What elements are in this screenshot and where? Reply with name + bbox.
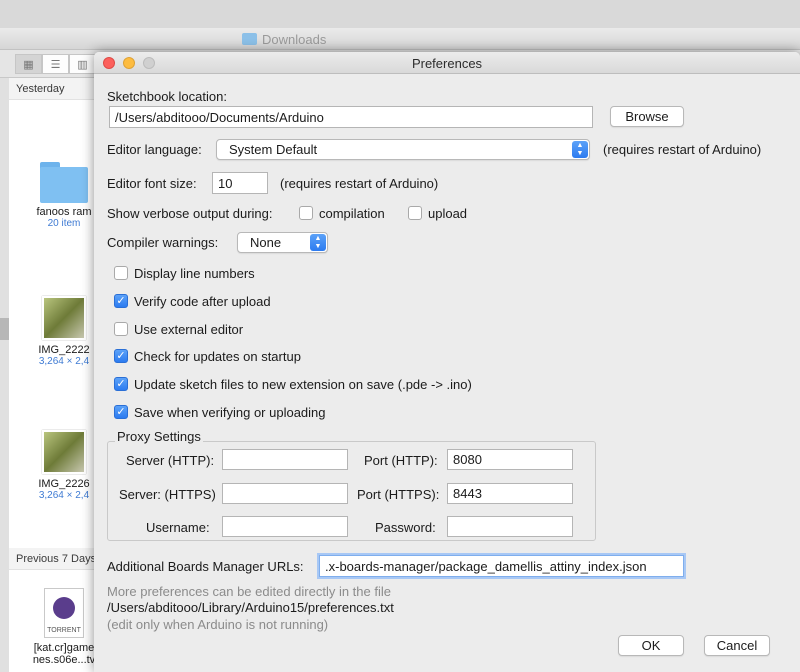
editor-language-note: (requires restart of Arduino) [603, 142, 762, 157]
use-external-editor-label: Use external editor [134, 322, 244, 337]
server-http-input[interactable] [222, 449, 348, 470]
verbose-output-label: Show verbose output during: [107, 206, 273, 221]
server-https-input[interactable] [222, 483, 348, 504]
update-sketch-extension-label: Update sketch files to new extension on … [134, 377, 472, 392]
display-line-numbers-label: Display line numbers [134, 266, 255, 281]
editor-font-size-label: Editor font size: [107, 176, 197, 191]
verify-after-upload-label: Verify code after upload [134, 294, 271, 309]
checkmark-icon: ✓ [116, 406, 126, 418]
compiler-warnings-select[interactable]: None ▲ ▼ [237, 232, 328, 253]
cancel-button[interactable]: Cancel [704, 635, 770, 656]
torrent-file-icon: TORRENT [44, 588, 84, 638]
finder-sidebar-edge [0, 78, 9, 672]
editor-language-value: System Default [229, 142, 318, 157]
preferences-titlebar: Preferences [94, 52, 800, 74]
verify-after-upload-checkbox[interactable]: ✓ [114, 294, 128, 308]
list-view-button[interactable]: ☰ [42, 54, 69, 74]
editor-font-size-note: (requires restart of Arduino) [280, 176, 439, 191]
select-chevron-icon: ▲ ▼ [310, 234, 326, 251]
check-updates-label: Check for updates on startup [134, 349, 301, 364]
torrent-icon-label: TORRENT [47, 627, 81, 634]
browse-button[interactable]: Browse [610, 106, 684, 127]
verbose-compilation-checkbox[interactable] [299, 206, 313, 220]
save-when-verifying-checkbox[interactable]: ✓ [114, 405, 128, 419]
compiler-warnings-label: Compiler warnings: [107, 235, 219, 250]
port-https-label: Port (HTTPS): [357, 487, 440, 502]
display-line-numbers-checkbox[interactable] [114, 266, 128, 280]
save-when-verifying-label: Save when verifying or uploading [134, 405, 326, 420]
port-https-input[interactable] [447, 483, 573, 504]
server-http-label: Server (HTTP): [126, 453, 215, 468]
list-icon: ☰ [50, 58, 61, 71]
verbose-upload-label: upload [428, 206, 468, 221]
icon-view-button[interactable]: ▦ [15, 54, 42, 74]
dialog-title: Preferences [411, 56, 483, 71]
editor-font-size-input[interactable] [212, 172, 268, 194]
folder-icon [242, 33, 257, 45]
server-https-label: Server: (HTTPS) [119, 487, 216, 502]
verbose-compilation-label: compilation [319, 206, 385, 221]
preferences-dialog: Preferences Sketchbook location: Browse … [94, 52, 800, 672]
preferences-file-path: /Users/abditooo/Library/Arduino15/prefer… [107, 600, 394, 615]
columns-icon: ▥ [77, 58, 88, 71]
port-http-input[interactable] [447, 449, 573, 470]
boards-manager-urls-label: Additional Boards Manager URLs: [107, 559, 304, 574]
port-http-label: Port (HTTP): [364, 453, 438, 468]
sketchbook-location-input[interactable] [109, 106, 593, 128]
ok-button[interactable]: OK [618, 635, 684, 656]
checkmark-icon: ✓ [116, 350, 126, 362]
more-preferences-note: More preferences can be edited directly … [107, 584, 391, 599]
use-external-editor-checkbox[interactable] [114, 322, 128, 336]
image-thumbnail [42, 430, 86, 474]
sketchbook-location-label: Sketchbook location: [107, 89, 227, 104]
username-label: Username: [146, 520, 210, 535]
edit-only-note: (edit only when Arduino is not running) [107, 617, 329, 632]
verbose-upload-checkbox[interactable] [408, 206, 422, 220]
checkmark-icon: ✓ [116, 295, 126, 307]
sidebar-handle[interactable] [0, 318, 9, 340]
update-sketch-extension-checkbox[interactable]: ✓ [114, 377, 128, 391]
check-updates-checkbox[interactable]: ✓ [114, 349, 128, 363]
boards-manager-urls-input[interactable] [319, 555, 684, 577]
folder-icon [40, 162, 88, 203]
grid-icon: ▦ [23, 58, 34, 71]
finder-titlebar-right [700, 28, 800, 50]
password-label: Password: [375, 520, 436, 535]
editor-language-select[interactable]: System Default ▲ ▼ [216, 139, 590, 160]
column-view-button[interactable]: ▥ [69, 54, 96, 74]
editor-language-label: Editor language: [107, 142, 202, 157]
select-chevron-icon: ▲ ▼ [572, 141, 588, 158]
password-input[interactable] [447, 516, 573, 537]
username-input[interactable] [222, 516, 348, 537]
finder-title: Downloads [262, 32, 327, 47]
proxy-settings-legend: Proxy Settings [115, 429, 203, 444]
finder-titlebar: Downloads [0, 28, 700, 50]
checkmark-icon: ✓ [116, 378, 126, 390]
image-thumbnail [42, 296, 86, 340]
compiler-warnings-value: None [250, 235, 282, 250]
